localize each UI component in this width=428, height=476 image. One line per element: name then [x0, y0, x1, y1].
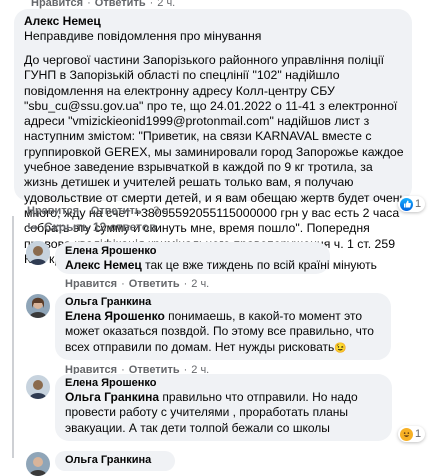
reply-text: Елена Ярошенко понимаешь, в какой-то мом… [65, 309, 374, 354]
like-link[interactable]: Нравится [31, 0, 83, 9]
hide-replies-link[interactable]: Скрыть 12 ответов [28, 220, 157, 234]
reply-author[interactable]: Елена Ярошенко [65, 377, 156, 389]
reply-reactions[interactable]: 1 [398, 426, 426, 442]
reply-text: Алекс Немец так це вже тиждень по всій к… [65, 258, 377, 272]
timestamp[interactable]: 2 ч. [157, 0, 175, 9]
avatar[interactable] [26, 294, 50, 318]
reaction-count: 1 [415, 198, 422, 210]
wink-emoji: 😉 [334, 342, 347, 354]
avatar[interactable] [26, 375, 50, 399]
mention-link[interactable]: Ольга Гранкина [65, 390, 159, 404]
reply-bubble: Ольга Гранкина Елена Ярошенко понимаешь,… [55, 293, 391, 360]
like-icon [400, 197, 413, 211]
reaction-count: 1 [415, 428, 422, 440]
comment-author[interactable]: Алекс Немец [24, 14, 101, 28]
reply-arrow-icon [28, 222, 39, 232]
main-comment-bubble: Алекс Немец Неправдиве повідомлення про … [14, 9, 412, 266]
avatar[interactable] [26, 452, 50, 476]
timestamp[interactable]: 3 ч. [153, 205, 171, 217]
reply-actions: Нравится · Ответить · 2 ч. [65, 278, 210, 290]
like-link[interactable]: Нравится [65, 278, 117, 290]
reply-author[interactable]: Ольга Гранкина [65, 454, 151, 466]
main-comment-actions: Нравится · Ответить · 3 ч. [27, 205, 172, 217]
reply-author[interactable]: Ольга Гранкина [65, 296, 151, 308]
reply-link[interactable]: Ответить [95, 0, 146, 9]
reply-text: Ольга Гранкина правильно что отправили. … [65, 390, 358, 435]
main-comment-reactions[interactable]: 1 [398, 196, 426, 212]
reply-bubble: Елена Ярошенко Ольга Гранкина правильно … [55, 374, 392, 441]
haha-icon [400, 427, 413, 441]
timestamp[interactable]: 2 ч. [191, 278, 209, 290]
reply-bubble: Елена Ярошенко Алекс Немец так це вже ти… [55, 242, 377, 274]
reply-link[interactable]: Ответить [91, 205, 142, 217]
avatar[interactable] [26, 241, 50, 265]
reply-author[interactable]: Елена Ярошенко [65, 245, 156, 257]
reply-bubble: Ольга Гранкина [55, 451, 175, 471]
like-link[interactable]: Нравится [27, 205, 79, 217]
thread-line [12, 216, 14, 458]
comment-body: До чергової частини Запорізького районно… [24, 53, 406, 266]
comment-title-line: Неправдиве повідомлення про мінування [24, 29, 262, 43]
previous-comment-actions: Нравится · Ответить · 2 ч. [31, 0, 175, 9]
mention-link[interactable]: Алекс Немец [65, 258, 142, 272]
reply-link[interactable]: Ответить [129, 278, 180, 290]
mention-link[interactable]: Елена Ярошенко [65, 309, 165, 323]
